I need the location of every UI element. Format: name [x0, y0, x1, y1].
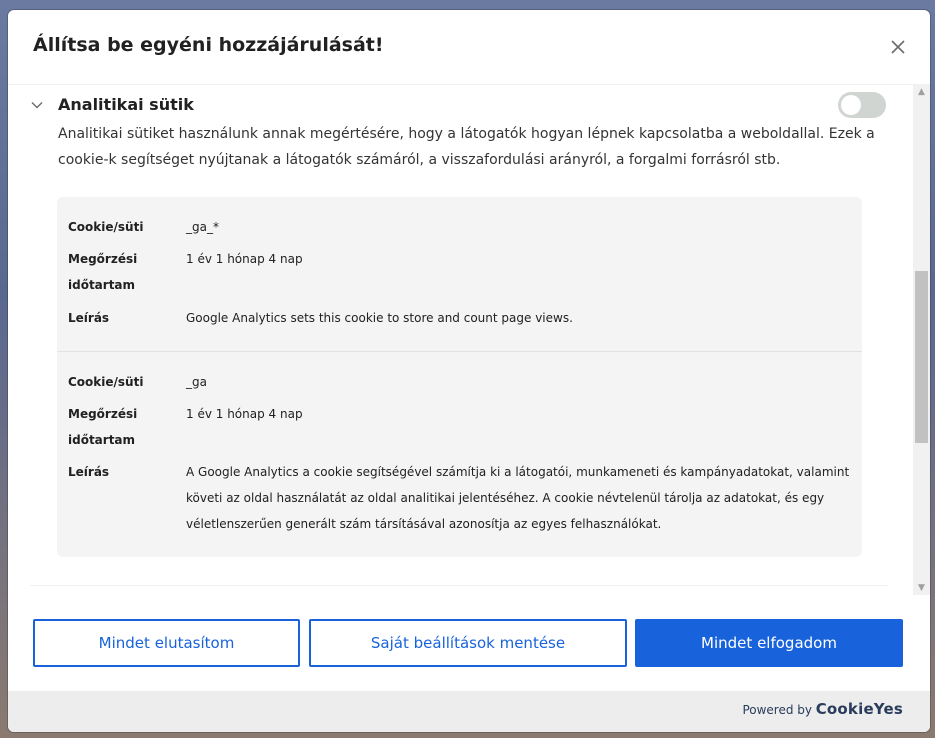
- toggle-knob: [841, 95, 861, 115]
- analytics-toggle[interactable]: [838, 92, 886, 118]
- save-preferences-button[interactable]: Saját beállítások mentése: [309, 619, 627, 667]
- cookie-name-value: _ga_*: [186, 220, 219, 234]
- category-header-analytics[interactable]: Analitikai sütik: [30, 91, 888, 121]
- accept-all-button[interactable]: Mindet elfogadom: [635, 619, 903, 667]
- cookie-duration-value: 1 év 1 hónap 4 nap: [186, 407, 303, 421]
- action-buttons: Mindet elutasítom Saját beállítások ment…: [8, 619, 930, 667]
- cookie-desc-label: Leírás: [68, 465, 110, 479]
- cookieyes-logo[interactable]: CookieYes: [816, 700, 903, 718]
- cookie-name-label: Cookie/süti: [68, 375, 144, 389]
- close-button[interactable]: [888, 37, 908, 57]
- cookie-name-value: _ga: [186, 375, 207, 389]
- modal-scrollbar[interactable]: ▲ ▼: [913, 85, 930, 595]
- cookie-desc-value: Google Analytics sets this cookie to sto…: [186, 311, 573, 325]
- modal-title: Állítsa be egyéni hozzájárulását!: [33, 34, 384, 56]
- category-title: Analitikai sütik: [58, 95, 194, 114]
- scroll-down-arrow-icon[interactable]: ▼: [913, 581, 930, 595]
- consent-preferences-modal: Állítsa be egyéni hozzájárulását! Analit…: [8, 10, 930, 732]
- scroll-up-arrow-icon[interactable]: ▲: [913, 85, 930, 99]
- powered-by-bar: Powered by CookieYes: [8, 691, 930, 732]
- cookie-entry: Cookie/süti _ga_* Megőrzési időtartam 1 …: [57, 197, 862, 352]
- powered-by-text: Powered by: [742, 703, 812, 717]
- cookie-name-label: Cookie/süti: [68, 220, 144, 234]
- cookie-desc-label: Leírás: [68, 311, 110, 325]
- cookie-table: Cookie/süti _ga_* Megőrzési időtartam 1 …: [57, 197, 862, 557]
- chevron-down-icon[interactable]: [30, 98, 44, 112]
- modal-body: Analitikai sütik Analitikai sütiket hasz…: [8, 85, 913, 595]
- cookie-desc-value: A Google Analytics a cookie segítségével…: [186, 465, 850, 531]
- cookie-duration-label: Megőrzési időtartam: [68, 252, 138, 292]
- cookie-duration-label: Megőrzési időtartam: [68, 407, 138, 447]
- reject-all-button[interactable]: Mindet elutasítom: [33, 619, 300, 667]
- category-description: Analitikai sütiket használunk annak megé…: [58, 126, 875, 168]
- cookie-duration-value: 1 év 1 hónap 4 nap: [186, 252, 303, 266]
- modal-header: Állítsa be egyéni hozzájárulását!: [8, 10, 930, 85]
- scrollbar-thumb[interactable]: [915, 271, 928, 443]
- close-icon: [891, 40, 905, 54]
- category-divider: [30, 585, 888, 586]
- cookie-entry: Cookie/süti _ga Megőrzési időtartam 1 év…: [57, 352, 862, 557]
